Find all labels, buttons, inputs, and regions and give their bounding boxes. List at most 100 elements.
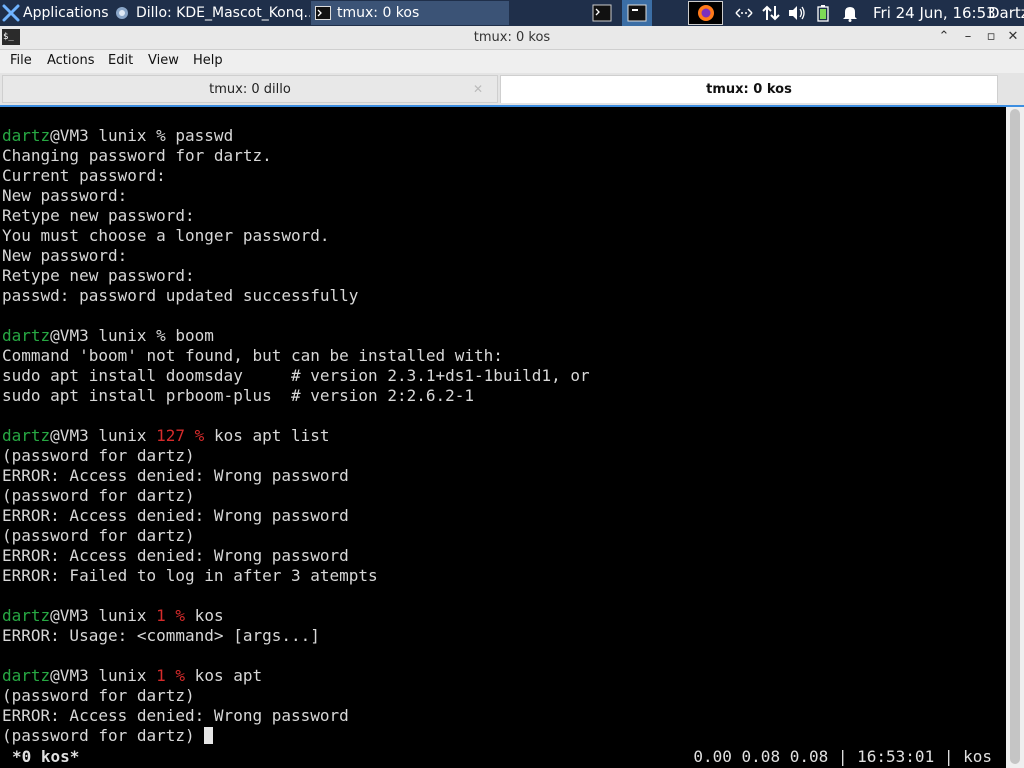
tmux-status-bar: *0 kos* 0.00 0.08 0.08 | 16:53:01 | kos xyxy=(0,746,1006,768)
terminal-text: (password for dartz) xyxy=(2,486,195,505)
scrollbar-thumb[interactable] xyxy=(1010,109,1020,764)
tab-kos[interactable]: tmux: 0 kos xyxy=(500,75,998,103)
workspace-2[interactable] xyxy=(622,0,652,26)
terminal-line: (password for dartz) xyxy=(2,526,590,546)
window-shade-icon[interactable]: ⌃ xyxy=(934,28,954,46)
terminal-line: dartz@VM3 lunix % passwd xyxy=(2,126,590,146)
menu-edit[interactable]: Edit xyxy=(108,53,133,68)
terminal-text: ERROR: Failed to log in after 3 atempts xyxy=(2,566,378,585)
workspace-1[interactable] xyxy=(588,0,616,26)
tab-label: tmux: 0 kos xyxy=(706,82,792,97)
minimize-icon[interactable]: – xyxy=(958,28,978,46)
transfer-icon[interactable] xyxy=(762,0,780,26)
speaker-glyph xyxy=(789,6,805,20)
terminal-text: Retype new password: xyxy=(2,266,195,285)
terminal-view[interactable]: dartz@VM3 lunix % passwd Changing passwor… xyxy=(0,107,1006,768)
terminal-line: Retype new password: xyxy=(2,206,590,226)
terminal-text: @VM3 lunix xyxy=(50,666,157,685)
terminal-line: (password for dartz) xyxy=(2,686,590,706)
terminal-line: (password for dartz) xyxy=(2,726,590,746)
scrollbar[interactable] xyxy=(1006,107,1024,768)
firefox-icon xyxy=(697,5,714,21)
menu-actions[interactable]: Actions xyxy=(47,53,95,68)
tmux-window-name[interactable]: *0 kos* xyxy=(12,746,79,768)
applications-menu[interactable]: Applications ≡ xyxy=(0,0,112,26)
user-menu[interactable]: Dartz xyxy=(988,0,1024,26)
terminal-line: (password for dartz) xyxy=(2,446,590,466)
taskbar-item-tmux[interactable]: tmux: 0 kos xyxy=(311,1,509,25)
close-icon[interactable]: ✕ xyxy=(1003,28,1023,46)
terminal-icon xyxy=(627,4,647,22)
top-panel: Applications ≡ Dillo: KDE_Mascot_Konq...… xyxy=(0,0,1024,26)
terminal-text: Changing password for dartz. xyxy=(2,146,272,165)
terminal-text: ERROR: Usage: <command> [args...] xyxy=(2,626,320,645)
terminal-line: You must choose a longer password. xyxy=(2,226,590,246)
tab-bar: tmux: 0 dillo ✕ tmux: 0 kos xyxy=(0,73,1024,105)
network-arrows-glyph xyxy=(735,8,753,18)
terminal-text: ERROR: Access denied: Wrong password xyxy=(2,706,349,725)
terminal-line: Retype new password: xyxy=(2,266,590,286)
prompt-user: dartz xyxy=(2,666,51,685)
text-cursor xyxy=(204,727,214,744)
bell-glyph xyxy=(843,7,857,22)
terminal-text: sudo apt install doomsday # version 2.3.… xyxy=(2,366,590,385)
volume-icon[interactable] xyxy=(788,0,806,26)
terminal-text: sudo apt install prboom-plus # version 2… xyxy=(2,386,475,405)
prompt-user: dartz xyxy=(2,126,51,145)
terminal-line: ERROR: Access denied: Wrong password xyxy=(2,706,590,726)
terminal-text: (password for dartz) xyxy=(2,726,205,745)
terminal-line: sudo apt install doomsday # version 2.3.… xyxy=(2,366,590,386)
dillo-icon xyxy=(116,7,128,19)
prompt-user: dartz xyxy=(2,326,51,345)
xfce-menu-icon xyxy=(2,4,20,22)
terminal-line: dartz@VM3 lunix % boom xyxy=(2,326,590,346)
battery-glyph xyxy=(817,5,829,22)
terminal-line: (password for dartz) xyxy=(2,486,590,506)
taskbar-item-dillo[interactable]: Dillo: KDE_Mascot_Konq... xyxy=(110,1,310,25)
taskbar-item-label: Dillo: KDE_Mascot_Konq... xyxy=(136,5,310,21)
tab-dillo[interactable]: tmux: 0 dillo ✕ xyxy=(2,75,498,103)
terminal-text: kos apt xyxy=(185,666,263,685)
close-icon[interactable]: ✕ xyxy=(473,82,483,96)
terminal-line: dartz@VM3 lunix 1 % kos apt xyxy=(2,666,590,686)
tmux-status-info: 0.00 0.08 0.08 | 16:53:01 | kos xyxy=(693,747,992,766)
terminal-text: ERROR: Access denied: Wrong password xyxy=(2,546,349,565)
menu-file[interactable]: File xyxy=(10,53,32,68)
terminal-text: Command 'boom' not found, but can be ins… xyxy=(2,346,503,365)
prompt-user: dartz xyxy=(2,426,51,445)
terminal-line: sudo apt install prboom-plus # version 2… xyxy=(2,386,590,406)
firefox-launcher[interactable] xyxy=(688,1,723,25)
network-icon[interactable] xyxy=(735,0,753,26)
menu-help[interactable]: Help xyxy=(193,53,223,68)
prompt-user: dartz xyxy=(2,606,51,625)
taskbar-item-label: tmux: 0 kos xyxy=(337,5,420,21)
notification-bell-icon[interactable] xyxy=(842,0,858,26)
terminal-line: ERROR: Access denied: Wrong password xyxy=(2,506,590,526)
terminal-text: @VM3 lunix xyxy=(50,426,157,445)
clock[interactable]: Fri 24 Jun, 16:53 xyxy=(873,0,996,26)
battery-icon[interactable] xyxy=(817,0,829,26)
terminal-text: New password: xyxy=(2,186,128,205)
terminal-text: passwd: password updated successfully xyxy=(2,286,359,305)
prompt-exit-status: 1 % xyxy=(156,606,186,625)
terminal-text: kos xyxy=(185,606,224,625)
maximize-icon[interactable]: ▫ xyxy=(981,28,1001,46)
terminal-text: (password for dartz) xyxy=(2,686,195,705)
window-titlebar[interactable]: $_ tmux: 0 kos ⌃ – ▫ ✕ xyxy=(0,26,1024,50)
terminal-text: Retype new password: xyxy=(2,206,195,225)
terminal-text: ERROR: Access denied: Wrong password xyxy=(2,466,349,485)
terminal-line: passwd: password updated successfully xyxy=(2,286,590,306)
terminal-text: @VM3 lunix xyxy=(50,606,157,625)
terminal-text: Current password: xyxy=(2,166,166,185)
terminal-icon xyxy=(315,6,331,20)
terminal-line: ERROR: Access denied: Wrong password xyxy=(2,546,590,566)
transfer-arrows-glyph xyxy=(762,5,780,21)
terminal-line: New password: xyxy=(2,246,590,266)
terminal-line: dartz@VM3 lunix 1 % kos xyxy=(2,606,590,626)
terminal-output: dartz@VM3 lunix % passwd Changing passwor… xyxy=(2,126,590,746)
menu-view[interactable]: View xyxy=(148,53,179,68)
